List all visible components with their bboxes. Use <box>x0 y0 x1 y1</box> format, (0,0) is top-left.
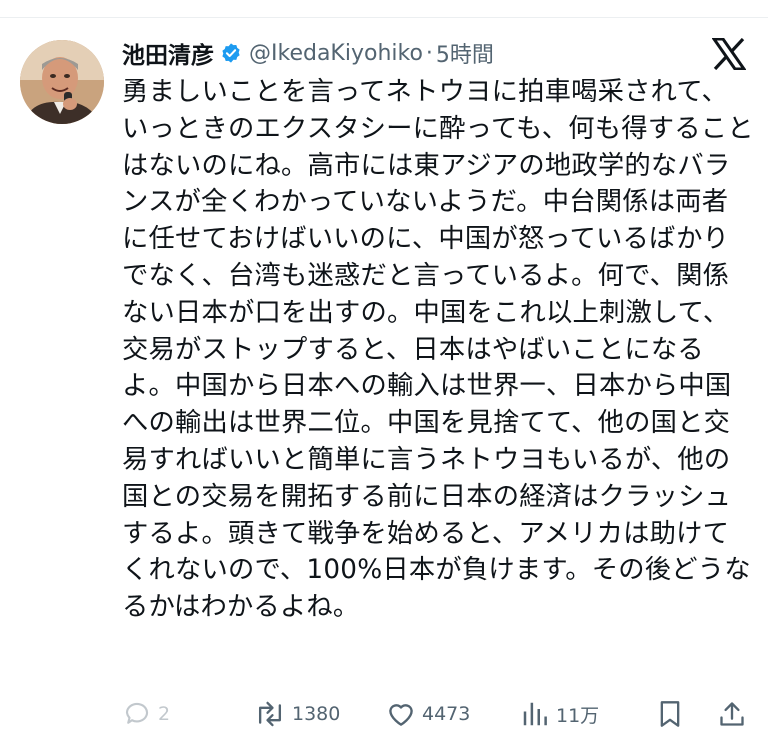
retweet-icon <box>258 701 282 727</box>
views-button[interactable]: 11万 <box>520 692 599 736</box>
reply-button[interactable]: 2 <box>122 692 170 736</box>
avatar-photo <box>20 40 104 124</box>
share-icon <box>720 702 744 726</box>
reply-icon <box>125 702 149 724</box>
bookmark-button[interactable] <box>656 692 684 736</box>
views-chart-icon <box>523 702 547 726</box>
retweet-count: 1380 <box>292 703 341 725</box>
like-count: 4473 <box>422 703 471 725</box>
bookmark-icon <box>660 701 680 727</box>
avatar[interactable] <box>20 40 104 124</box>
post-header: 池田清彦 @IkedaKiyohiko · 5時間 <box>122 36 494 70</box>
like-button[interactable]: 4473 <box>386 692 470 736</box>
heart-icon <box>389 704 413 726</box>
reply-count: 2 <box>158 703 171 725</box>
views-count: 11万 <box>556 704 600 727</box>
verified-badge-icon <box>222 43 240 63</box>
x-logo-icon[interactable] <box>712 38 746 70</box>
share-button[interactable] <box>718 692 746 736</box>
author-handle[interactable]: @IkedaKiyohiko <box>249 41 423 66</box>
retweet-button[interactable]: 1380 <box>254 692 340 736</box>
header-separator: · <box>425 40 433 66</box>
top-divider <box>0 0 768 18</box>
post-timestamp[interactable]: 5時間 <box>436 37 494 69</box>
post-text: 勇ましいことを言ってネトウヨに拍車喝采されて、いっときのエクスタシーに酔っても、… <box>122 77 754 623</box>
author-display-name[interactable]: 池田清彦 <box>122 36 214 70</box>
action-bar: 2 1380 4473 11万 <box>0 692 768 736</box>
